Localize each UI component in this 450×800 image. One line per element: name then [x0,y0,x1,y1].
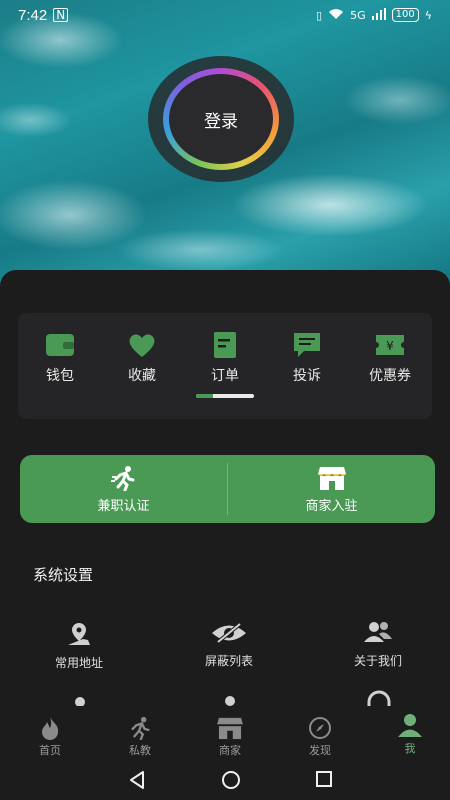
part-time-verification-button[interactable]: 兼职认证 [20,455,227,523]
vibrate-icon: ▯ [316,8,323,22]
profile-partial-icon [75,697,85,706]
nav-tab-label: 私教 [129,744,151,757]
home-icon[interactable] [221,770,241,790]
settings-item-label: 关于我们 [353,654,402,668]
notification-n-icon: N [53,8,69,22]
people-icon [364,622,392,642]
nav-tab-discover[interactable]: 发现 [290,716,350,758]
quick-action-wallet[interactable]: 钱包 [25,331,95,385]
quick-action-label: 优惠券 [369,368,411,384]
settings-item-block-list[interactable]: 屏蔽列表 [174,622,284,669]
signal-icon [371,7,386,23]
coupon-icon: ¥ [376,335,404,355]
wallet-icon [46,334,74,356]
settings-item-about-us[interactable]: 关于我们 [323,620,433,669]
quick-action-label: 收藏 [128,368,156,384]
status-time: 7:42 [18,6,48,24]
running-person-icon [110,465,134,491]
quick-actions-scroll-indicator [196,394,254,398]
banner-label: 兼职认证 [97,498,150,514]
quick-action-coupons[interactable]: ¥ 优惠券 [355,331,425,385]
eye-off-icon [212,622,246,644]
shop-icon [217,717,243,740]
charging-icon: ϟ [424,8,432,22]
nav-tab-label: 商家 [219,744,241,757]
nav-tab-merchant[interactable]: 商家 [200,716,260,758]
flame-icon [42,717,59,740]
headset-icon [367,690,391,706]
svg-text:¥: ¥ [386,339,394,353]
compass-icon [309,717,331,739]
storefront-icon [317,466,346,490]
quick-action-complaint[interactable]: 投诉 [272,331,342,385]
settings-item-label: 常用地址 [54,656,103,670]
order-icon [214,332,236,358]
heart-icon [129,334,155,357]
nav-tab-label: 首页 [39,744,61,757]
nav-tab-label: 我 [404,742,416,755]
nav-tab-home[interactable]: 首页 [20,716,80,758]
user-partial-icon [225,696,235,706]
quick-action-label: 订单 [211,368,239,384]
merchant-join-button[interactable]: 商家入驻 [228,455,435,523]
battery-icon: 100 [391,8,419,22]
bottom-navigation: 首页 私教 商家 发现 我 [0,706,450,762]
system-navigation-bar [0,762,450,800]
wifi-icon [328,8,344,23]
feature-banner: 兼职认证 商家入驻 [20,455,435,523]
runner-icon [131,716,150,740]
profile-icon [398,714,422,737]
quick-actions-card: 钱包 收藏 订单 投诉 ¥ 优惠券 [18,313,432,419]
location-icon [68,623,90,645]
status-bar: 7:42 N ▯ 5G 100 ϟ [0,0,450,30]
settings-item-label: 屏蔽列表 [204,654,253,668]
quick-action-orders[interactable]: 订单 [190,331,260,385]
nav-tab-me[interactable]: 我 [380,712,440,756]
recents-icon[interactable] [315,770,333,788]
nav-tab-label: 发现 [309,744,331,757]
complaint-icon [294,333,320,357]
system-settings-title: 系统设置 [33,566,94,584]
banner-label: 商家入驻 [305,498,358,514]
login-button[interactable]: 登录 [169,74,273,164]
settings-item-address[interactable]: 常用地址 [24,622,134,671]
quick-action-label: 投诉 [293,368,321,384]
quick-action-favorites[interactable]: 收藏 [107,331,177,385]
quick-action-label: 钱包 [46,368,74,384]
nav-tab-coach[interactable]: 私教 [110,716,170,758]
back-icon[interactable] [128,770,146,790]
network-type: 5G [350,8,366,22]
scroll-indicator-fill [196,394,214,398]
